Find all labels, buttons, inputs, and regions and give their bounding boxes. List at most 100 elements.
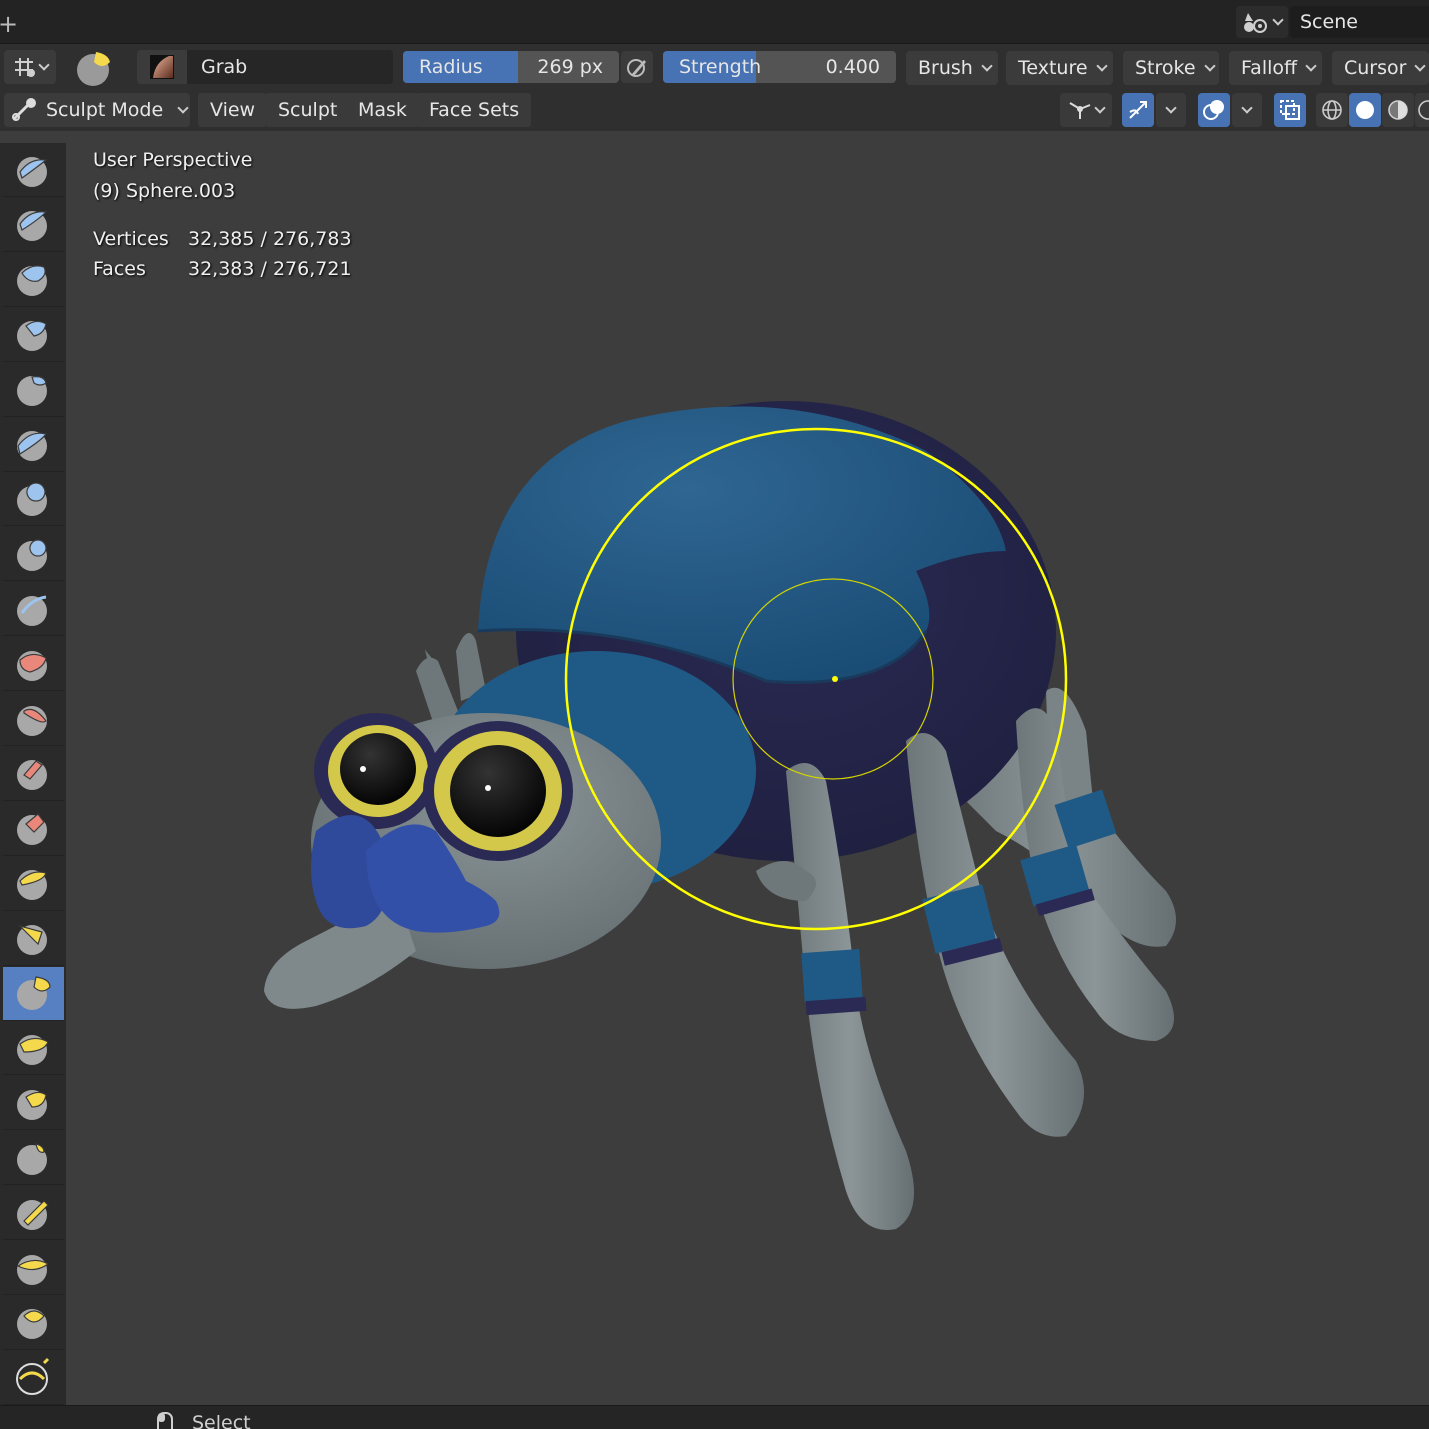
layer-brush-icon	[16, 431, 47, 461]
thumb-brush-icon	[16, 1142, 47, 1175]
tool-draw-brush[interactable]	[3, 143, 64, 197]
view-name-label: User Perspective	[93, 149, 253, 171]
clay-brush-icon	[16, 265, 47, 297]
tool-clay-brush[interactable]	[3, 253, 64, 307]
tool-inflate-brush[interactable]	[3, 472, 64, 527]
tool-nudge-brush[interactable]	[3, 1241, 64, 1295]
chevron-down-icon	[1414, 59, 1427, 72]
view-menu[interactable]: View	[198, 93, 268, 127]
scene-name-field[interactable]: Scene	[1290, 6, 1429, 38]
chevron-down-icon	[38, 58, 50, 71]
tool-fill-brush[interactable]	[3, 747, 64, 801]
gizmo-toggle[interactable]	[1060, 93, 1112, 127]
cursor-menu[interactable]: Cursor	[1332, 51, 1429, 85]
chevron-down-icon	[1241, 101, 1253, 114]
tool-scrape-brush[interactable]	[3, 802, 64, 856]
falloff-menu[interactable]: Falloff	[1229, 51, 1322, 85]
gizmo-dropdown[interactable]	[1156, 93, 1186, 127]
overlays-icon	[1203, 100, 1224, 120]
multiplane-scrape-brush-icon	[16, 870, 47, 901]
stats-label: Faces	[93, 258, 146, 280]
shading-wireframe-button[interactable]	[1316, 93, 1348, 127]
tool-layer-brush[interactable]	[3, 418, 64, 472]
tool-slide-relax-brush[interactable]	[3, 1351, 64, 1405]
shading-rendered-button[interactable]	[1415, 93, 1429, 127]
show-gizmos-button[interactable]	[1122, 93, 1154, 127]
tool-settings-header: Grab Radius 269 px Strength 0.400 Brush …	[0, 44, 1429, 89]
texture-menu-label: Texture	[1018, 57, 1088, 79]
add-workspace-icon[interactable]: +	[0, 10, 18, 38]
chevron-down-icon	[1305, 59, 1317, 72]
tool-thumb-brush[interactable]	[3, 1131, 64, 1186]
transform-pivot-button[interactable]	[4, 50, 56, 84]
show-overlays-button[interactable]	[1198, 93, 1230, 127]
snake-hook-brush-icon	[16, 1089, 47, 1120]
strength-slider[interactable]: Strength 0.400	[663, 51, 896, 83]
flatten-brush-icon	[16, 705, 47, 736]
pinch-brush-icon	[16, 924, 47, 956]
chevron-down-icon	[1272, 13, 1284, 26]
stats-label: Vertices	[93, 228, 169, 250]
shading-solid-button[interactable]	[1349, 93, 1381, 127]
chevron-down-icon	[1165, 101, 1177, 114]
rendered-sphere-icon	[1418, 100, 1429, 120]
radius-label: Radius	[419, 56, 483, 78]
chevron-down-icon	[1094, 101, 1106, 114]
stats-row-vertices: Vertices 32,385 / 276,783	[93, 228, 352, 258]
tool-draw-sharp-brush[interactable]	[3, 198, 64, 252]
clay-strips-brush-icon	[16, 321, 47, 352]
stroke-menu[interactable]: Stroke	[1123, 51, 1219, 85]
tool-clay-strips-brush[interactable]	[3, 308, 64, 362]
sculpt-menu[interactable]: Sculpt	[266, 93, 350, 127]
fill-brush-icon	[16, 760, 47, 791]
chevron-down-icon	[1203, 59, 1216, 72]
face-sets-menu[interactable]: Face Sets	[417, 93, 532, 127]
tool-clay-thumb-brush[interactable]	[3, 363, 64, 417]
brush-center-dot	[832, 676, 838, 682]
scene-selector-button[interactable]	[1236, 6, 1288, 38]
grab-brush-icon	[16, 976, 51, 1010]
xray-toggle-button[interactable]	[1274, 93, 1306, 127]
tool-elastic-deform-brush[interactable]	[3, 1021, 64, 1076]
tool-multiplane-scrape-brush[interactable]	[3, 857, 64, 911]
brush-menu[interactable]: Brush	[906, 51, 998, 85]
chevron-down-icon	[981, 59, 993, 72]
tool-blob-brush[interactable]	[3, 527, 64, 582]
tool-grab-brush[interactable]	[3, 966, 64, 1021]
sculpt-mode-icon	[12, 98, 36, 121]
solid-sphere-icon	[1356, 101, 1374, 119]
grab-brush-icon	[77, 52, 110, 86]
tool-smooth-brush[interactable]	[3, 637, 64, 692]
radius-slider[interactable]: Radius 269 px	[403, 51, 619, 83]
blender-window: + Scene Grab Radius 269 px Strength 0.40…	[0, 0, 1429, 1429]
slide-relax-brush-icon	[15, 1358, 49, 1396]
radius-pressure-toggle[interactable]	[621, 51, 653, 83]
status-select-label: Select	[192, 1412, 251, 1429]
xray-icon	[1280, 100, 1300, 120]
mode-selector[interactable]: Sculpt Mode	[4, 93, 190, 127]
clay-thumb-brush-icon	[16, 376, 47, 407]
crease-brush-icon	[16, 595, 47, 626]
tool-snake-hook-brush[interactable]	[3, 1076, 64, 1131]
overlays-dropdown[interactable]	[1232, 93, 1262, 127]
mask-menu[interactable]: Mask	[346, 93, 419, 127]
mode-label: Sculpt Mode	[46, 99, 164, 121]
shading-material-button[interactable]	[1382, 93, 1414, 127]
tool-pinch-brush[interactable]	[3, 912, 64, 966]
texture-menu[interactable]: Texture	[1006, 51, 1113, 85]
3d-viewport[interactable]: User Perspective (9) Sphere.003 Vertices…	[66, 131, 1429, 1406]
tool-flatten-brush[interactable]	[3, 692, 64, 746]
viewport-header: Sculpt Mode View Sculpt Mask Face Sets	[0, 89, 1429, 131]
brush-preview-button[interactable]	[72, 48, 116, 86]
wireframe-sphere-icon	[1322, 100, 1342, 120]
tool-pose-brush[interactable]	[3, 1186, 64, 1241]
inflate-brush-icon	[16, 482, 47, 516]
tool-rotate-brush[interactable]	[3, 1296, 64, 1350]
brush-datablock-field[interactable]: Grab	[137, 50, 393, 84]
stats-row-faces: Faces 32,383 / 276,721	[93, 258, 352, 288]
gizmo-icon	[1069, 102, 1091, 119]
material-sphere-icon	[1388, 100, 1408, 120]
brush-name-label: Grab	[201, 56, 248, 78]
tool-crease-brush[interactable]	[3, 582, 64, 637]
pose-brush-icon	[16, 1199, 49, 1230]
